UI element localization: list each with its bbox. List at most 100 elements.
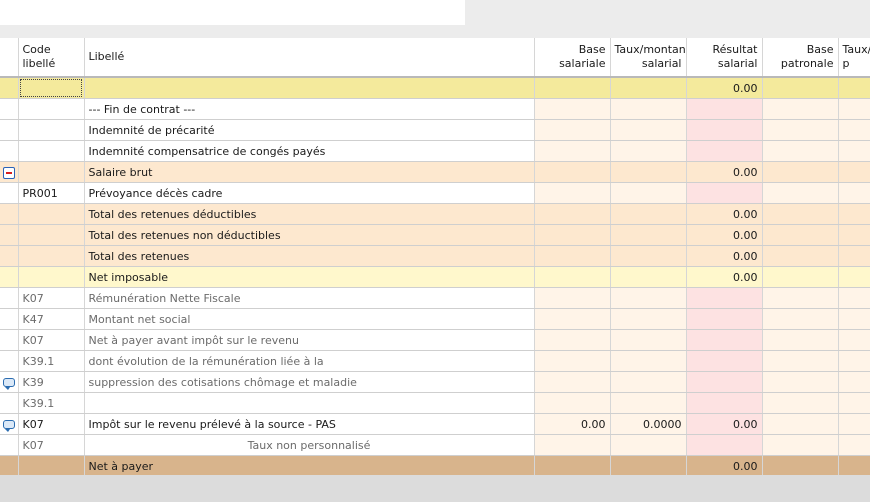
code-cell[interactable] bbox=[18, 224, 85, 246]
table-row[interactable]: Indemnité compensatrice de congés payés bbox=[0, 140, 870, 162]
taux-salarial-cell[interactable] bbox=[610, 371, 687, 393]
resultat-salarial-cell[interactable]: 0.00 bbox=[686, 413, 763, 435]
taux-salarial-cell[interactable] bbox=[610, 224, 687, 246]
base-patronale-cell[interactable] bbox=[762, 161, 839, 183]
table-row[interactable]: K07 Taux non personnalisé bbox=[0, 434, 870, 456]
resultat-salarial-cell[interactable] bbox=[686, 140, 763, 162]
resultat-salarial-cell[interactable]: 0.00 bbox=[686, 266, 763, 288]
label-cell[interactable]: --- Fin de contrat --- bbox=[84, 98, 535, 120]
row-icon-cell[interactable] bbox=[0, 371, 19, 393]
base-salariale-cell[interactable] bbox=[534, 392, 611, 414]
table-row[interactable]: K47 Montant net social bbox=[0, 308, 870, 330]
taux-patronal-cell[interactable] bbox=[838, 455, 870, 475]
taux-patronal-cell[interactable] bbox=[838, 140, 870, 162]
row-icon-cell[interactable] bbox=[0, 434, 19, 456]
label-cell[interactable] bbox=[84, 392, 535, 414]
taux-patronal-cell[interactable] bbox=[838, 287, 870, 309]
code-cell[interactable]: K07 bbox=[18, 413, 85, 435]
base-patronale-cell[interactable] bbox=[762, 140, 839, 162]
taux-salarial-cell[interactable] bbox=[610, 287, 687, 309]
table-row[interactable]: K39 suppression des cotisations chômage e… bbox=[0, 371, 870, 393]
column-header-libelle[interactable]: Libellé bbox=[84, 38, 535, 78]
base-salariale-cell[interactable] bbox=[534, 140, 611, 162]
code-cell[interactable]: K39 bbox=[18, 371, 85, 393]
taux-patronal-cell[interactable] bbox=[838, 203, 870, 225]
base-salariale-cell[interactable] bbox=[534, 224, 611, 246]
taux-patronal-cell[interactable] bbox=[838, 266, 870, 288]
table-row[interactable]: K07 Impôt sur le revenu prélevé à la sour… bbox=[0, 413, 870, 435]
resultat-salarial-cell[interactable] bbox=[686, 287, 763, 309]
taux-patronal-cell[interactable] bbox=[838, 350, 870, 372]
base-salariale-cell[interactable] bbox=[534, 329, 611, 351]
table-row[interactable]: Total des retenues déductibles 0.00 bbox=[0, 203, 870, 225]
resultat-salarial-cell[interactable]: 0.00 bbox=[686, 77, 763, 99]
label-cell[interactable]: dont évolution de la rémunération liée à… bbox=[84, 350, 535, 372]
label-cell[interactable]: Net imposable bbox=[84, 266, 535, 288]
base-salariale-cell[interactable] bbox=[534, 455, 611, 475]
base-patronale-cell[interactable] bbox=[762, 392, 839, 414]
row-icon-cell[interactable] bbox=[0, 245, 19, 267]
label-cell[interactable]: Salaire brut bbox=[84, 161, 535, 183]
base-patronale-cell[interactable] bbox=[762, 119, 839, 141]
taux-patronal-cell[interactable] bbox=[838, 392, 870, 414]
row-icon-cell[interactable] bbox=[0, 413, 19, 435]
base-patronale-cell[interactable] bbox=[762, 434, 839, 456]
table-row[interactable]: Total des retenues 0.00 bbox=[0, 245, 870, 267]
table-row[interactable]: K39.1 bbox=[0, 392, 870, 414]
table-row[interactable]: K07 Rémunération Nette Fiscale bbox=[0, 287, 870, 309]
code-cell[interactable]: K07 bbox=[18, 434, 85, 456]
resultat-salarial-cell[interactable] bbox=[686, 98, 763, 120]
label-cell[interactable]: Indemnité compensatrice de congés payés bbox=[84, 140, 535, 162]
taux-salarial-cell[interactable] bbox=[610, 266, 687, 288]
table-row[interactable]: --- Fin de contrat --- bbox=[0, 98, 870, 120]
taux-patronal-cell[interactable] bbox=[838, 371, 870, 393]
base-patronale-cell[interactable] bbox=[762, 413, 839, 435]
code-cell[interactable] bbox=[18, 203, 85, 225]
base-patronale-cell[interactable] bbox=[762, 329, 839, 351]
column-header-taux-patronal[interactable]: Taux/m p bbox=[838, 38, 870, 78]
taux-salarial-cell[interactable] bbox=[610, 161, 687, 183]
label-cell[interactable]: Total des retenues non déductibles bbox=[84, 224, 535, 246]
column-header-base-patronale[interactable]: Base patronale bbox=[762, 38, 839, 78]
taux-salarial-cell[interactable] bbox=[610, 119, 687, 141]
column-header-taux-salarial[interactable]: Taux/montant salarial bbox=[610, 38, 687, 78]
taux-patronal-cell[interactable] bbox=[838, 413, 870, 435]
taux-patronal-cell[interactable] bbox=[838, 434, 870, 456]
resultat-salarial-cell[interactable] bbox=[686, 392, 763, 414]
base-patronale-cell[interactable] bbox=[762, 371, 839, 393]
taux-patronal-cell[interactable] bbox=[838, 245, 870, 267]
label-cell[interactable]: Montant net social bbox=[84, 308, 535, 330]
table-row[interactable]: Total des retenues non déductibles 0.00 bbox=[0, 224, 870, 246]
base-salariale-cell[interactable] bbox=[534, 77, 611, 99]
taux-patronal-cell[interactable] bbox=[838, 329, 870, 351]
label-cell[interactable]: Impôt sur le revenu prélevé à la source … bbox=[84, 413, 535, 435]
table-row[interactable]: K39.1 dont évolution de la rémunération l… bbox=[0, 350, 870, 372]
resultat-salarial-cell[interactable]: 0.00 bbox=[686, 455, 763, 475]
row-icon-cell[interactable] bbox=[0, 203, 19, 225]
base-patronale-cell[interactable] bbox=[762, 287, 839, 309]
base-salariale-cell[interactable] bbox=[534, 434, 611, 456]
column-header-base-salariale[interactable]: Base salariale bbox=[534, 38, 611, 78]
table-row[interactable]: Salaire brut 0.00 bbox=[0, 161, 870, 183]
base-patronale-cell[interactable] bbox=[762, 98, 839, 120]
base-salariale-cell[interactable] bbox=[534, 350, 611, 372]
taux-patronal-cell[interactable] bbox=[838, 161, 870, 183]
resultat-salarial-cell[interactable] bbox=[686, 371, 763, 393]
base-salariale-cell[interactable] bbox=[534, 308, 611, 330]
code-cell[interactable]: K07 bbox=[18, 329, 85, 351]
code-cell[interactable] bbox=[18, 161, 85, 183]
taux-salarial-cell[interactable]: 0.0000 bbox=[610, 413, 687, 435]
row-icon-cell[interactable] bbox=[0, 182, 19, 204]
base-patronale-cell[interactable] bbox=[762, 455, 839, 475]
base-patronale-cell[interactable] bbox=[762, 350, 839, 372]
taux-salarial-cell[interactable] bbox=[610, 140, 687, 162]
label-cell[interactable] bbox=[84, 77, 535, 99]
code-cell[interactable] bbox=[18, 266, 85, 288]
code-cell[interactable]: K07 bbox=[18, 287, 85, 309]
taux-patronal-cell[interactable] bbox=[838, 77, 870, 99]
base-salariale-cell[interactable] bbox=[534, 119, 611, 141]
row-icon-cell[interactable] bbox=[0, 455, 19, 475]
table-row[interactable]: K07 Net à payer avant impôt sur le revenu bbox=[0, 329, 870, 351]
row-icon-cell[interactable] bbox=[0, 350, 19, 372]
taux-patronal-cell[interactable] bbox=[838, 308, 870, 330]
